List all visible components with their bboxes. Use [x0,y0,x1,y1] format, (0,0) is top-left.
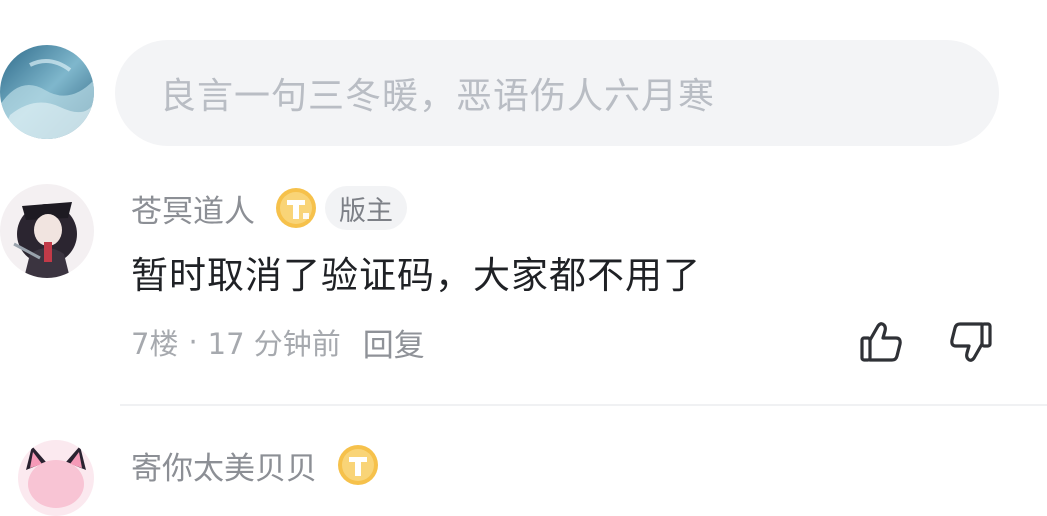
reply-button[interactable]: 回复 [363,320,425,365]
comment-username[interactable]: 苍冥道人 [131,186,255,231]
comment-header: 苍冥道人 版主 [131,183,407,233]
level-t-badge-icon [337,444,379,486]
comment-divider [120,404,1047,406]
comment-input[interactable]: 良言一句三冬暖，恶语伤人六月寒 [115,40,999,146]
next-comment-header: 寄你太美贝贝 [131,440,379,490]
comment-input-placeholder: 良言一句三冬暖，恶语伤人六月寒 [160,76,716,117]
thumbs-down-icon[interactable] [946,318,994,366]
thumbs-up-icon[interactable] [858,318,906,366]
comment-body: 暂时取消了验证码，大家都不用了 [131,254,701,297]
level-t-badge-icon [275,187,317,229]
comment-meta: 7楼 · 17 分钟前 回复 [131,320,425,364]
meta-separator: · [188,325,198,359]
commenter-avatar[interactable] [0,184,94,278]
current-user-avatar[interactable] [0,45,94,139]
moderator-badge: 版主 [325,186,407,230]
next-commenter-avatar[interactable] [18,440,94,516]
comment-time: 17 分钟前 [207,327,341,361]
floor-number: 7楼 [131,327,179,361]
next-comment-username[interactable]: 寄你太美贝贝 [131,443,317,488]
